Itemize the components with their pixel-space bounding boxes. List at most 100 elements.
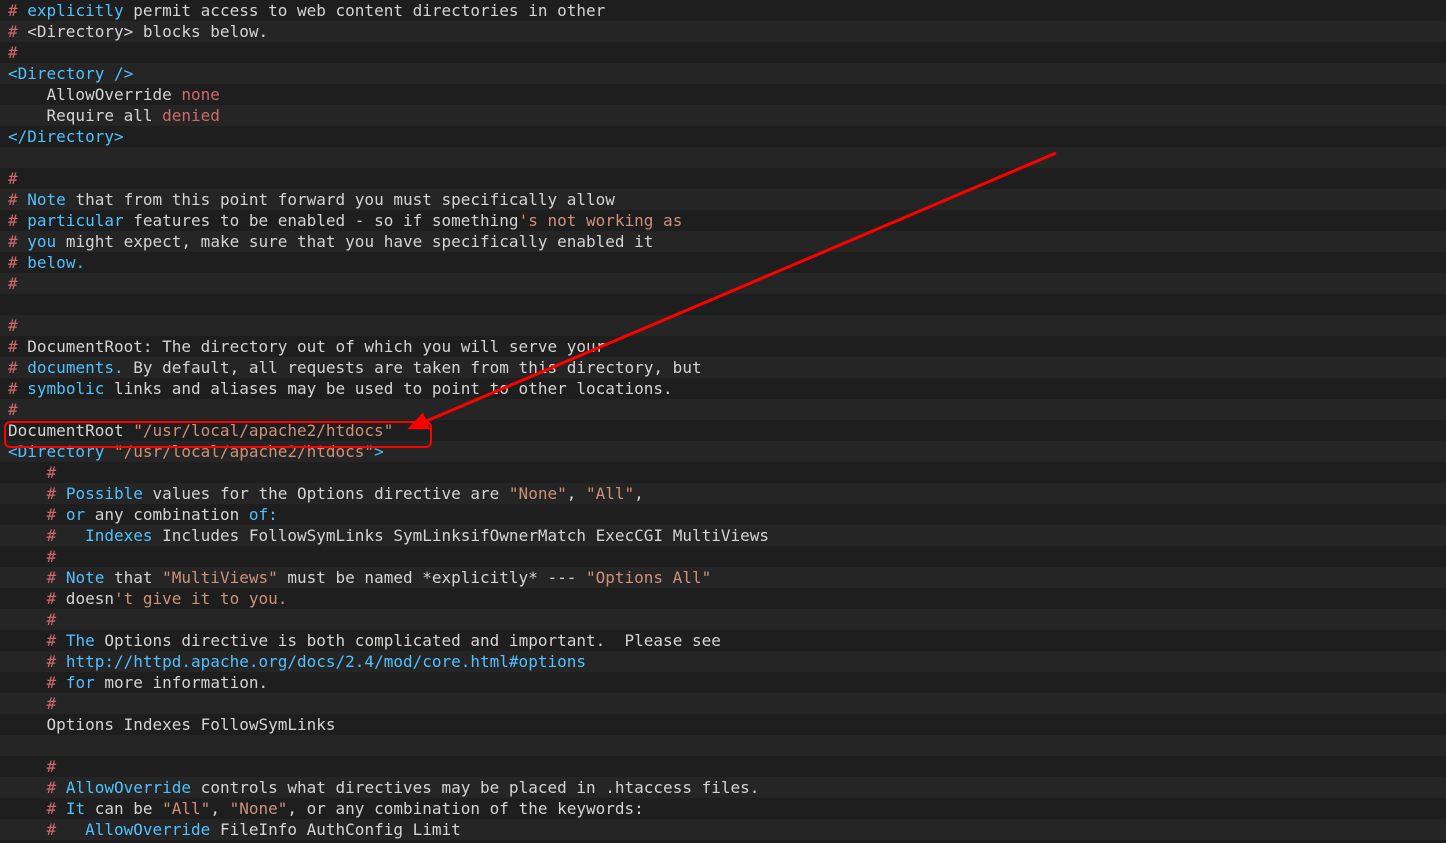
code-line[interactable]: DocumentRoot "/usr/local/apache2/htdocs" <box>0 420 1446 441</box>
code-line[interactable]: # <box>0 546 1446 567</box>
code-line[interactable]: Options Indexes FollowSymLinks <box>0 714 1446 735</box>
code-line[interactable]: # DocumentRoot: The directory out of whi… <box>0 336 1446 357</box>
code-line[interactable]: # <box>0 315 1446 336</box>
code-token: # <box>47 652 57 671</box>
code-line[interactable]: # explicitly permit access to web conten… <box>0 0 1446 21</box>
code-line[interactable]: <Directory /> <box>0 63 1446 84</box>
code-token: below. <box>27 253 85 272</box>
code-token: particular <box>27 211 123 230</box>
code-line[interactable]: <Directory "/usr/local/apache2/htdocs"> <box>0 441 1446 462</box>
code-line[interactable]: # Note that "MultiViews" must be named *… <box>0 567 1446 588</box>
code-token <box>8 673 47 692</box>
code-token: # <box>8 22 18 41</box>
code-line[interactable]: # or any combination of: <box>0 504 1446 525</box>
code-token: # <box>8 358 18 377</box>
code-token <box>56 652 66 671</box>
code-line[interactable]: AllowOverride none <box>0 84 1446 105</box>
code-token: "MultiViews" <box>162 568 278 587</box>
code-line[interactable]: # <box>0 756 1446 777</box>
code-line[interactable]: # <box>0 168 1446 189</box>
code-token <box>56 505 66 524</box>
code-token: <Directory> blocks below. <box>18 22 268 41</box>
code-token: that from this point forward you must sp… <box>66 190 615 209</box>
code-token <box>8 610 47 629</box>
code-token: # <box>47 631 57 650</box>
code-token: "None" <box>230 799 288 818</box>
code-token <box>18 211 28 230</box>
code-line[interactable]: # <box>0 42 1446 63</box>
code-token: # <box>8 1 18 20</box>
code-token <box>56 673 66 692</box>
code-token: # <box>47 505 57 524</box>
code-token: > <box>374 442 384 461</box>
code-token <box>56 568 66 587</box>
code-token: # <box>8 274 18 293</box>
code-token: or <box>66 505 85 524</box>
code-token <box>18 379 28 398</box>
code-token: By default, all requests are taken from … <box>124 358 702 377</box>
code-line[interactable]: # <box>0 399 1446 420</box>
code-line[interactable]: # <box>0 693 1446 714</box>
code-token: values for the Options directive are <box>143 484 509 503</box>
code-line[interactable]: </Directory> <box>0 126 1446 147</box>
code-line[interactable]: # for more information. <box>0 672 1446 693</box>
code-line[interactable]: # <box>0 462 1446 483</box>
code-token: that <box>104 568 162 587</box>
code-token: # <box>47 778 57 797</box>
code-line[interactable] <box>0 735 1446 756</box>
code-token: more information. <box>95 673 268 692</box>
code-token: might expect, make sure that you have sp… <box>56 232 653 251</box>
code-token <box>8 757 47 776</box>
code-line[interactable]: # you might expect, make sure that you h… <box>0 231 1446 252</box>
code-line[interactable]: # It can be "All", "None", or any combin… <box>0 798 1446 819</box>
code-token: DocumentRoot <box>8 421 133 440</box>
code-line[interactable]: # documents. By default, all requests ar… <box>0 357 1446 378</box>
code-token: DocumentRoot: The directory out of which… <box>18 337 606 356</box>
code-token: # <box>8 232 18 251</box>
code-token: # <box>8 169 18 188</box>
code-line[interactable]: # Possible values for the Options direct… <box>0 483 1446 504</box>
code-token <box>18 1 28 20</box>
code-line[interactable]: # below. <box>0 252 1446 273</box>
code-token: # <box>47 484 57 503</box>
code-token: must be named *explicitly* --- <box>278 568 586 587</box>
code-editor[interactable]: # explicitly permit access to web conten… <box>0 0 1446 843</box>
code-line[interactable]: Require all denied <box>0 105 1446 126</box>
code-token <box>8 505 47 524</box>
code-line[interactable] <box>0 294 1446 315</box>
code-token: Indexes <box>85 526 152 545</box>
code-token <box>56 778 66 797</box>
code-token: # <box>47 547 57 566</box>
code-line[interactable] <box>0 147 1446 168</box>
code-token <box>56 631 66 650</box>
code-line[interactable]: # Note that from this point forward you … <box>0 189 1446 210</box>
code-token: The <box>66 631 95 650</box>
code-token <box>18 358 28 377</box>
code-token: It <box>66 799 85 818</box>
code-line[interactable]: # Indexes Includes FollowSymLinks SymLin… <box>0 525 1446 546</box>
code-token <box>8 694 47 713</box>
code-line[interactable]: # The Options directive is both complica… <box>0 630 1446 651</box>
code-line[interactable]: # <box>0 609 1446 630</box>
code-line[interactable]: # doesn't give it to you. <box>0 588 1446 609</box>
code-token <box>8 568 47 587</box>
code-token: Options Indexes FollowSymLinks <box>8 715 336 734</box>
code-token: of: <box>249 505 278 524</box>
code-token: Includes FollowSymLinks SymLinksifOwnerM… <box>153 526 770 545</box>
code-token <box>8 778 47 797</box>
code-line[interactable]: # <box>0 273 1446 294</box>
code-line[interactable]: # http://httpd.apache.org/docs/2.4/mod/c… <box>0 651 1446 672</box>
code-line[interactable]: # symbolic links and aliases may be used… <box>0 378 1446 399</box>
code-token: # <box>47 694 57 713</box>
code-token <box>56 799 66 818</box>
code-token <box>8 631 47 650</box>
code-line[interactable]: # AllowOverride FileInfo AuthConfig Limi… <box>0 819 1446 840</box>
code-line[interactable]: # particular features to be enabled - so… <box>0 210 1446 231</box>
code-token <box>8 526 47 545</box>
code-token: Require all <box>8 106 162 125</box>
code-line[interactable]: # AllowOverride controls what directives… <box>0 777 1446 798</box>
code-token: , <box>210 799 229 818</box>
code-line[interactable]: # <Directory> blocks below. <box>0 21 1446 42</box>
code-token: "All" <box>162 799 210 818</box>
code-token: "None" <box>509 484 567 503</box>
